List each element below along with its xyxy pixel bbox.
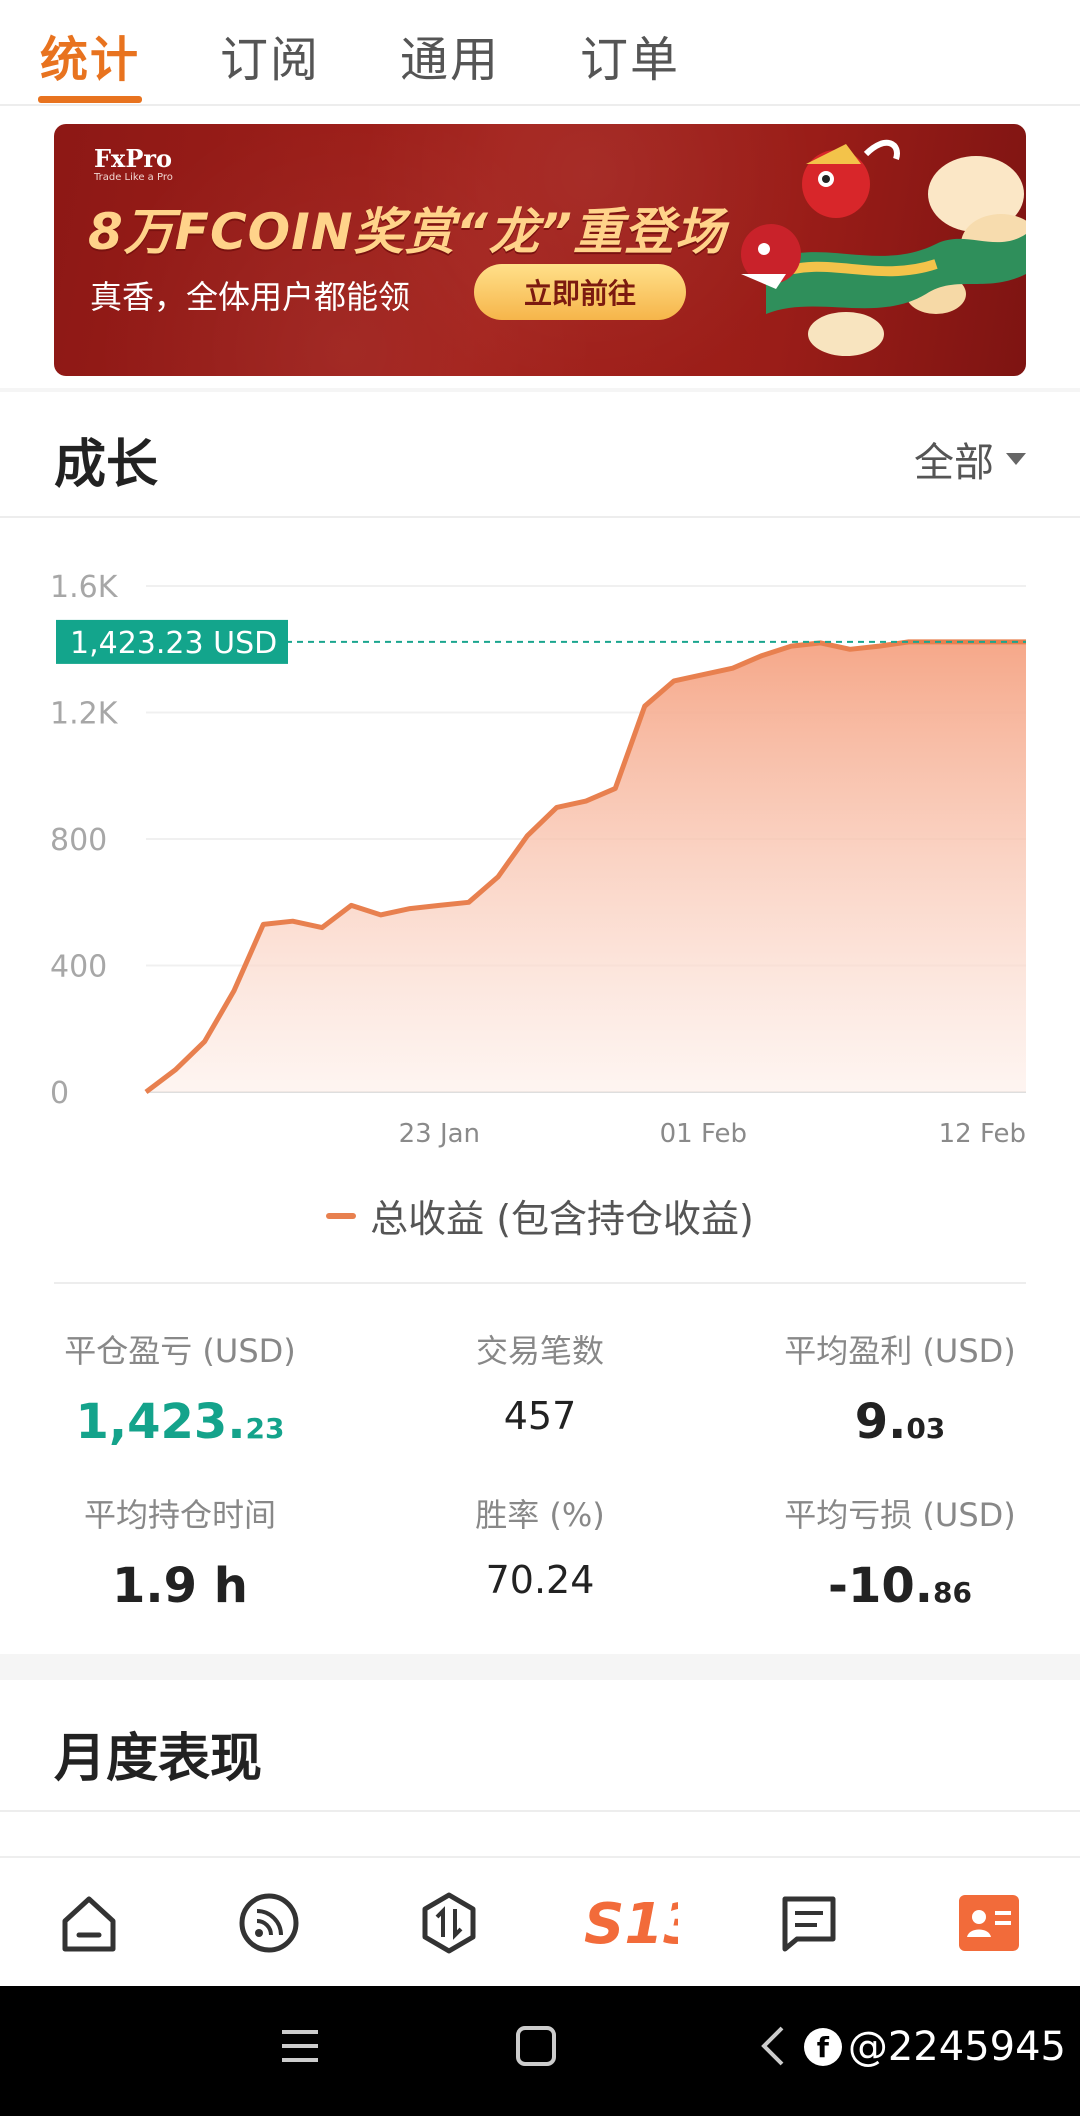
back-icon[interactable] xyxy=(754,2024,790,2072)
growth-section-header: 成长 全部 xyxy=(0,392,1080,518)
stat-value: 70.24 xyxy=(485,1558,595,1602)
promo-banner[interactable]: FxPro Trade Like a Pro 8万FCOIN奖赏“龙”重登场 真… xyxy=(54,124,1026,376)
stat-value: 1,423.23 xyxy=(75,1394,285,1450)
go-now-button[interactable]: 立即前往 xyxy=(474,264,686,320)
fxpro-tagline: Trade Like a Pro xyxy=(94,172,173,183)
stat-win-rate: 胜率 (%) 70.24 xyxy=(360,1490,720,1602)
stats-divider xyxy=(54,1282,1026,1284)
y-tick-label: 0 xyxy=(50,1076,69,1111)
top-tab-bar: 统计 订阅 通用 订单 xyxy=(0,0,1080,106)
home-button-icon[interactable] xyxy=(514,2024,558,2072)
s13-logo[interactable]: S13 xyxy=(580,1888,680,1958)
fxpro-logo: FxPro xyxy=(94,144,173,173)
stat-value: 457 xyxy=(503,1394,577,1438)
y-tick-label: 400 xyxy=(50,950,107,985)
x-tick-label: 01 Feb xyxy=(660,1119,747,1149)
trade-icon[interactable] xyxy=(414,1888,484,1958)
watermark: f @2245945 xyxy=(803,2024,1066,2070)
stat-average-hold-time: 平均持仓时间 1.9 h xyxy=(0,1490,360,1614)
dragon-illustration xyxy=(741,139,1026,356)
stat-label: 平均盈利 (USD) xyxy=(784,1332,1016,1370)
profile-card-icon[interactable] xyxy=(954,1888,1024,1958)
banner-subtitle: 真香，全体用户都能领 xyxy=(90,278,411,316)
growth-area-fill xyxy=(146,641,1026,1092)
y-tick-label: 1.6K xyxy=(50,570,119,605)
recent-apps-icon[interactable] xyxy=(278,2024,322,2072)
monthly-performance-title: 月度表现 xyxy=(54,1729,263,1789)
stat-label: 交易笔数 xyxy=(475,1332,604,1370)
svg-text:S13: S13 xyxy=(584,1892,678,1955)
stat-value: 1.9 h xyxy=(112,1558,248,1614)
home-icon[interactable] xyxy=(54,1888,124,1958)
bottom-navigation: S13 xyxy=(0,1856,1080,1986)
tab-general[interactable]: 通用 xyxy=(400,20,500,90)
system-navigation-bar: f @2245945 xyxy=(0,1986,1080,2116)
feed-icon[interactable] xyxy=(234,1888,304,1958)
x-tick-label: 12 Feb xyxy=(939,1119,1026,1149)
chart-legend: 总收益 (包含持仓收益) xyxy=(0,1188,1080,1243)
stat-label: 胜率 (%) xyxy=(475,1496,605,1534)
stat-label: 平均亏损 (USD) xyxy=(784,1496,1016,1534)
stat-value: 9.03 xyxy=(854,1394,946,1450)
growth-title: 成长 xyxy=(54,435,159,495)
stat-trade-count: 交易笔数 457 xyxy=(360,1326,720,1438)
message-icon[interactable] xyxy=(774,1888,844,1958)
stat-closed-pnl: 平仓盈亏 (USD) 1,423.23 xyxy=(0,1326,360,1450)
tab-subscriptions[interactable]: 订阅 xyxy=(220,20,320,90)
time-filter-dropdown[interactable]: 全部 xyxy=(914,430,1026,488)
stat-label: 平均持仓时间 xyxy=(83,1496,276,1534)
stat-value: -10.86 xyxy=(828,1558,972,1614)
stat-label: 平仓盈亏 (USD) xyxy=(64,1332,296,1370)
legend-label: 总收益 (包含持仓收益) xyxy=(370,1197,754,1241)
facebook-icon: f xyxy=(803,2028,842,2066)
caret-down-icon xyxy=(1006,453,1026,465)
banner-title: 8万FCOIN奖赏“龙”重登场 xyxy=(88,203,726,261)
growth-chart-svg: 1,423.23 USD 0 400 800 1.2K 1.6K 23 Jan 01 Fe… xyxy=(50,570,1026,1149)
watermark-text: @2245945 xyxy=(847,2024,1066,2070)
tab-statistics[interactable]: 统计 xyxy=(40,20,140,90)
time-filter-value: 全部 xyxy=(914,440,994,486)
current-value-label: 1,423.23 USD xyxy=(70,626,277,661)
section-separator xyxy=(0,1654,1080,1680)
tab-orders[interactable]: 订单 xyxy=(580,20,680,90)
x-tick-label: 23 Jan xyxy=(399,1119,480,1149)
y-tick-label: 1.2K xyxy=(50,697,119,732)
stat-average-profit: 平均盈利 (USD) 9.03 xyxy=(720,1326,1080,1450)
stat-average-loss: 平均亏损 (USD) -10.86 xyxy=(720,1490,1080,1614)
monthly-performance-header[interactable]: 月度表现 xyxy=(0,1682,1080,1812)
growth-chart: 1,423.23 USD 0 400 800 1.2K 1.6K 23 Jan 01 Fe… xyxy=(0,530,1080,1270)
active-tab-indicator xyxy=(38,96,142,103)
legend-swatch xyxy=(326,1212,357,1219)
y-tick-label: 800 xyxy=(50,823,107,858)
